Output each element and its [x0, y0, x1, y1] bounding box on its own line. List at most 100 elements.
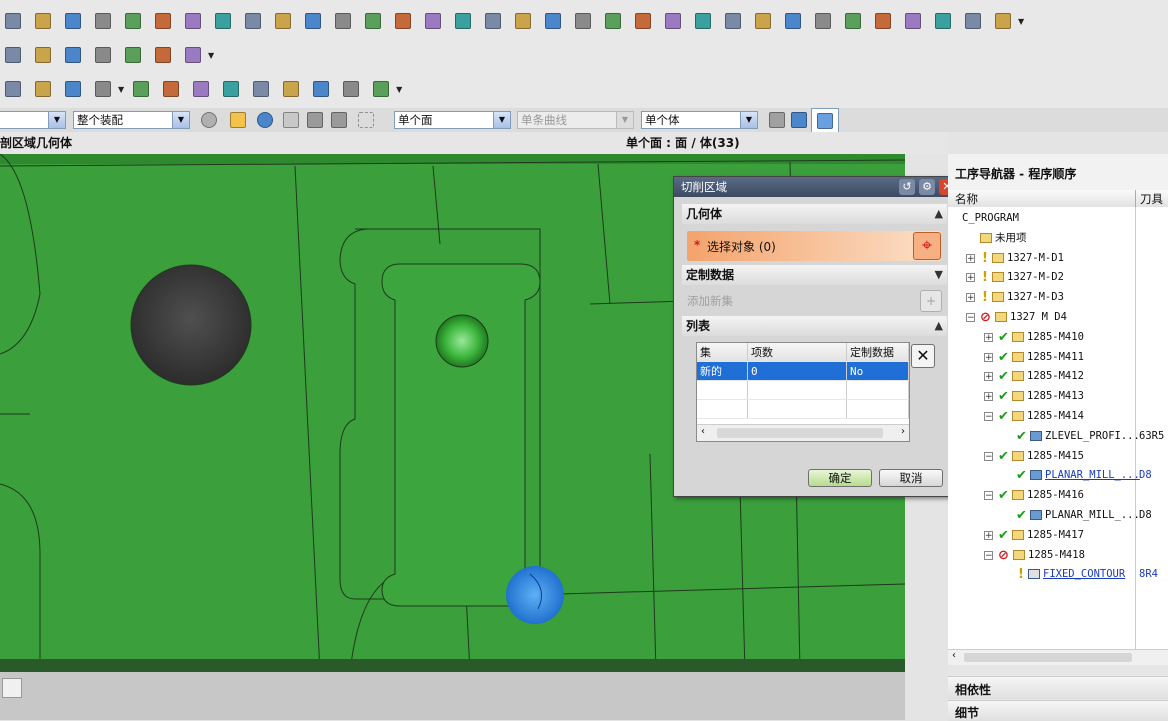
extrude-icon[interactable]	[0, 9, 26, 33]
trim-body-icon[interactable]	[210, 9, 236, 33]
dependencies-panel[interactable]: 相依性	[948, 676, 1168, 699]
curve-icon[interactable]	[360, 9, 386, 33]
list-group-header[interactable]: 列表 ▲	[682, 316, 947, 336]
revolve-icon[interactable]	[30, 9, 56, 33]
draft-icon[interactable]	[270, 9, 296, 33]
scroll-left-icon[interactable]: ‹	[701, 426, 705, 437]
expand-icon[interactable]: +	[984, 332, 993, 342]
chamfer-icon[interactable]	[180, 9, 206, 33]
display-icon[interactable]	[600, 9, 626, 33]
arrow-right-icon[interactable]	[786, 108, 812, 132]
collapse-icon[interactable]: −	[984, 412, 993, 422]
program-group-row[interactable]: − ✔ 1285-M415	[948, 447, 1168, 466]
remove-set-icon[interactable]: ✕	[911, 344, 935, 368]
collapse-icon[interactable]: −	[984, 451, 993, 461]
select-object-row[interactable]: * 选择对象 (0) ⌖	[687, 231, 941, 261]
verify-icon[interactable]	[540, 9, 566, 33]
operation-row[interactable]: ! FIXED_CONTOUR 8R4	[948, 565, 1168, 584]
seq-icon[interactable]	[158, 77, 184, 101]
sew-icon[interactable]	[330, 9, 356, 33]
program-group-row[interactable]: + ✔ 1285-M411	[948, 348, 1168, 367]
toolpath-icon[interactable]	[750, 9, 776, 33]
column-tool[interactable]: 刀具	[1140, 191, 1163, 207]
geometry-group-header[interactable]: 几何体 ▲	[682, 204, 947, 224]
solid-body-icon[interactable]	[278, 108, 304, 132]
program-group-row[interactable]: − ⊘ 1285-M418	[948, 546, 1168, 565]
operation-row[interactable]: ✔ ZLEVEL_PROFI... 63R5	[948, 427, 1168, 446]
pocket-icon[interactable]	[120, 9, 146, 33]
type-filter-dropdown[interactable]: ▼	[0, 111, 66, 129]
cancel-button[interactable]: 取消	[879, 469, 943, 487]
body-rule-dropdown[interactable]: 单个体 ▼	[641, 111, 758, 129]
stock-icon[interactable]	[840, 9, 866, 33]
hole-icon[interactable]	[60, 9, 86, 33]
edge-blend-icon[interactable]	[150, 9, 176, 33]
horizontal-scrollbar[interactable]: ‹ ›	[697, 424, 909, 441]
face-rule-dropdown[interactable]: 单个面 ▼	[394, 111, 511, 129]
scope-dropdown[interactable]: 整个装配 ▼	[73, 111, 190, 129]
level4-icon[interactable]	[338, 77, 364, 101]
shell-icon[interactable]	[240, 9, 266, 33]
punch-icon[interactable]	[0, 43, 26, 67]
rectangle-select-icon[interactable]	[353, 108, 379, 132]
program-group-row[interactable]: + ✔ 1285-M417	[948, 526, 1168, 545]
operation-row[interactable]: ✔ PLANAR_MILL_... D8	[948, 466, 1168, 485]
expand-icon[interactable]: +	[984, 352, 993, 362]
moon-icon[interactable]	[150, 43, 176, 67]
boss-icon[interactable]	[90, 9, 116, 33]
analysis-icon[interactable]	[390, 9, 416, 33]
level3-icon[interactable]	[308, 77, 334, 101]
dialog-titlebar[interactable]: 切削区域 ↺ ⚙ ✕	[674, 177, 957, 197]
knife-icon[interactable]	[870, 9, 896, 33]
gouge-check-icon[interactable]	[570, 9, 596, 33]
expand-icon[interactable]: +	[966, 253, 975, 263]
program-group-row[interactable]: +! 1327-M-D3	[948, 288, 1168, 307]
postprocess-icon[interactable]	[450, 9, 476, 33]
measure-icon[interactable]	[630, 9, 656, 33]
custom-data-group-header[interactable]: 定制数据 ▼	[682, 265, 947, 285]
program-group-row[interactable]: + ✔ 1285-M412	[948, 367, 1168, 386]
report-icon[interactable]	[120, 43, 146, 67]
layout-icon[interactable]	[90, 43, 116, 67]
column-header[interactable]: 定制数据	[846, 343, 909, 362]
program-group-row[interactable]: − ✔ 1285-M414	[948, 407, 1168, 426]
column-header[interactable]: 项数	[747, 343, 847, 362]
text-icon[interactable]	[900, 9, 926, 33]
collapse-icon[interactable]: −	[984, 491, 993, 501]
level5-icon[interactable]	[368, 77, 394, 101]
filter-options-icon[interactable]	[196, 108, 222, 132]
level1-icon[interactable]	[248, 77, 274, 101]
layer-icon[interactable]	[660, 9, 686, 33]
up-icon[interactable]	[188, 77, 214, 101]
expand-icon[interactable]	[60, 77, 86, 101]
group-icon[interactable]	[0, 77, 26, 101]
chevron-down-icon[interactable]: ▼	[396, 85, 402, 94]
generate-toolpath-icon[interactable]	[420, 9, 446, 33]
program-group-row[interactable]: + ✔ 1285-M413	[948, 387, 1168, 406]
layers-icon[interactable]	[30, 77, 56, 101]
collapse-icon[interactable]: −	[966, 313, 975, 323]
collapse-icon[interactable]	[90, 77, 116, 101]
scrollbar-thumb[interactable]	[717, 428, 883, 438]
reset-icon[interactable]: ↺	[899, 179, 915, 195]
chevron-down-icon[interactable]: ▼	[118, 85, 124, 94]
die-icon[interactable]	[30, 43, 56, 67]
program-group-row[interactable]: +! 1327-M-D1	[948, 249, 1168, 268]
crosshair-icon[interactable]: ⌖	[913, 232, 941, 260]
blend-icon[interactable]	[930, 9, 956, 33]
expand-icon[interactable]: +	[966, 273, 975, 283]
tool-table-icon[interactable]	[180, 43, 206, 67]
program-group-row[interactable]: + ✔ 1285-M410	[948, 328, 1168, 347]
undo-select-icon[interactable]	[252, 108, 278, 132]
pointer-icon[interactable]	[302, 108, 328, 132]
grid-icon[interactable]	[960, 9, 986, 33]
section-icon[interactable]	[690, 9, 716, 33]
column-header[interactable]: 集	[697, 343, 748, 362]
program-group-row[interactable]: 未用项	[948, 229, 1168, 248]
deselect-icon[interactable]	[326, 108, 352, 132]
offset-face-icon[interactable]	[300, 9, 326, 33]
filter-icon[interactable]	[128, 77, 154, 101]
shop-doc-icon[interactable]	[480, 9, 506, 33]
expand-icon[interactable]: +	[984, 392, 993, 402]
down-icon[interactable]	[218, 77, 244, 101]
